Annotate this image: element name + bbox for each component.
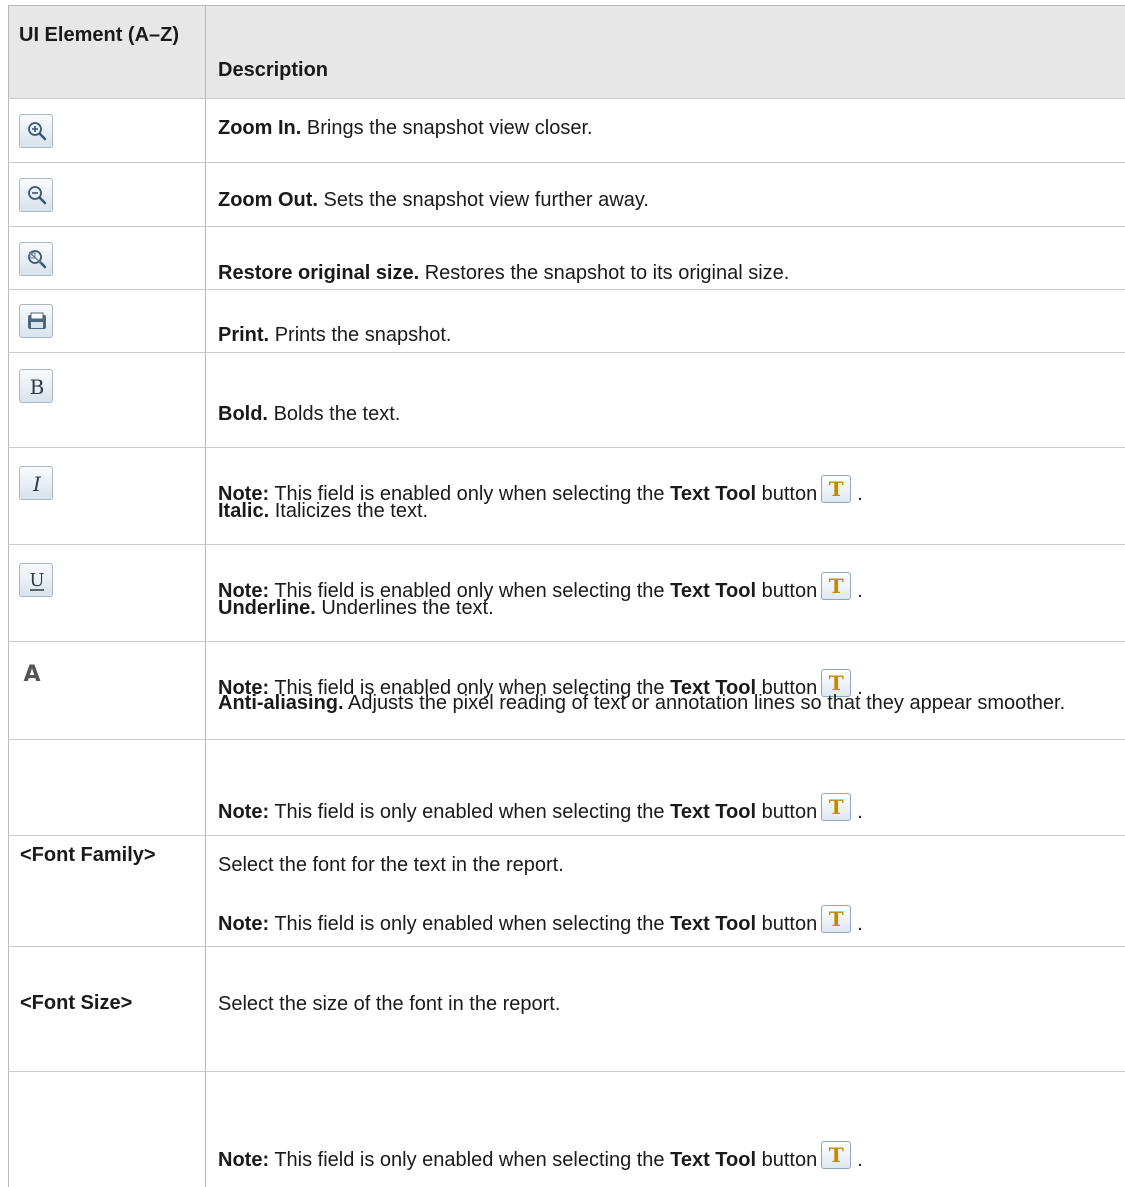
note-prefix: Note: [218, 913, 270, 935]
note-tool-name: Text Tool [670, 1149, 757, 1171]
row-title: Zoom Out. [218, 189, 318, 211]
note-suffix: button [761, 913, 818, 935]
row-divider [8, 98, 1125, 99]
row-text: Bolds the text. [273, 403, 401, 425]
note-prefix: Note: [218, 1149, 270, 1171]
ui-elements-table: UI Element (A–Z) Description Zoom In. Br… [0, 0, 1125, 1187]
note-tool-name: Text Tool [670, 801, 757, 823]
row-bold-description: Bold. Bolds the text. [218, 401, 400, 427]
font-family-label: <Font Family> [20, 844, 156, 866]
note-text: This field is only enabled when selectin… [274, 913, 665, 935]
row-divider [8, 739, 1125, 740]
row-print-description: Print. Prints the snapshot. [218, 322, 451, 348]
row-font-family-description: Select the font for the text in the repo… [218, 854, 564, 876]
row-text: Italicizes the text. [274, 500, 429, 522]
svg-text:A: A [23, 662, 40, 687]
bold-icon: B [19, 369, 53, 403]
row-divider [8, 835, 1125, 836]
row-text: Adjusts the pixel reading of text or ann… [348, 692, 1066, 714]
row-underline-description: Underline. Underlines the text. [218, 595, 494, 621]
row-text: Prints the snapshot. [274, 324, 452, 346]
row-divider [8, 289, 1125, 290]
header-ui-element: UI Element (A–Z) [19, 24, 180, 46]
note-prefix: Note: [218, 801, 270, 823]
row-title: Italic. [218, 500, 270, 522]
header-description: Description [218, 59, 329, 81]
note-tool-name: Text Tool [670, 483, 757, 505]
note-suffix: button [761, 1149, 818, 1171]
table-left-border [8, 5, 9, 1187]
row-font-size-description: Select the size of the font in the repor… [218, 993, 561, 1015]
note-text: This field is only enabled when selectin… [274, 801, 665, 823]
row-zoom-in-description: Zoom In. Brings the snapshot view closer… [218, 115, 593, 141]
svg-text:U: U [29, 570, 44, 591]
row-text: Underlines the text. [321, 597, 494, 619]
note-suffix: button [761, 801, 818, 823]
row-text: Brings the snapshot view closer. [306, 117, 593, 139]
table-header [9, 5, 1125, 98]
row-text: Restores the snapshot to its original si… [424, 262, 790, 284]
italic-icon: I [19, 466, 53, 500]
row-divider [8, 226, 1125, 227]
row-title: Anti-aliasing. [218, 692, 344, 714]
underline-icon: U [19, 563, 53, 597]
row-anti-aliasing-description: Anti-aliasing. Adjusts the pixel reading… [218, 690, 1108, 717]
anti-aliasing-icon: A [19, 655, 51, 687]
row-title: Restore original size. [218, 262, 420, 284]
row-title: Bold. [218, 403, 268, 425]
row-title: Zoom In. [218, 117, 302, 139]
row-divider [8, 1071, 1125, 1072]
zoom-in-icon [19, 114, 53, 148]
note: Note: This field is only enabled when se… [218, 905, 863, 935]
restore-size-icon [19, 242, 53, 276]
svg-text:I: I [32, 472, 42, 496]
row-divider [8, 352, 1125, 353]
row-italic-description: Italic. Italicizes the text. [218, 498, 428, 524]
row-restore-description: Restore original size. Restores the snap… [218, 260, 789, 286]
table-top-border [8, 5, 1125, 6]
row-divider [8, 946, 1125, 947]
zoom-out-icon [19, 178, 53, 212]
note: Note: This field is only enabled when se… [218, 1141, 863, 1171]
text-tool-icon: T [821, 475, 852, 503]
row-divider [8, 544, 1125, 545]
row-text: Sets the snapshot view further away. [323, 189, 649, 211]
font-size-label: <Font Size> [20, 992, 133, 1014]
print-icon [19, 304, 53, 338]
svg-text:B: B [30, 375, 45, 399]
row-zoom-out-description: Zoom Out. Sets the snapshot view further… [218, 187, 649, 213]
text-tool-icon: T [821, 572, 852, 600]
row-divider [8, 641, 1125, 642]
text-tool-icon: T [821, 905, 852, 933]
note-tool-name: Text Tool [670, 913, 757, 935]
note: Note: This field is only enabled when se… [218, 793, 863, 823]
note-suffix: button [761, 483, 818, 505]
text-tool-icon: T [821, 1141, 852, 1169]
note-suffix: button [761, 580, 818, 602]
note-tool-name: Text Tool [670, 580, 757, 602]
table-column-divider [205, 5, 206, 1187]
note-text: This field is only enabled when selectin… [274, 1149, 665, 1171]
row-divider [8, 162, 1125, 163]
row-title: Underline. [218, 597, 316, 619]
text-tool-icon: T [821, 793, 852, 821]
row-divider [8, 447, 1125, 448]
row-title: Print. [218, 324, 270, 346]
